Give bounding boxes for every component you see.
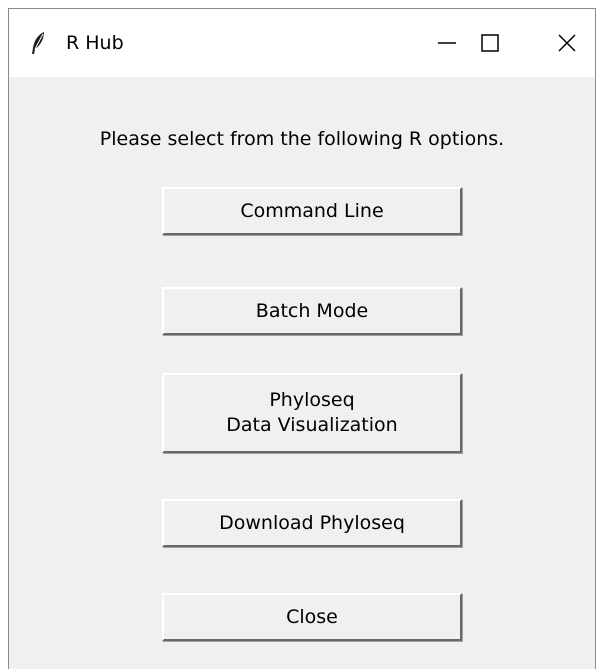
feather-icon: [29, 31, 47, 55]
command-line-label: Command Line: [240, 199, 384, 222]
prompt-label: Please select from the following R optio…: [99, 128, 505, 150]
close-button[interactable]: Close: [162, 593, 462, 641]
close-label: Close: [286, 605, 338, 628]
maximize-button[interactable]: [460, 9, 520, 77]
close-window-button[interactable]: [537, 9, 595, 77]
minimize-icon: [437, 33, 457, 53]
command-line-button[interactable]: Command Line: [162, 187, 462, 235]
app-window: R Hub Please select from the following R…: [8, 8, 596, 669]
maximize-icon: [480, 33, 500, 53]
phyloseq-label-line1: Phyloseq: [269, 389, 355, 411]
batch-mode-label: Batch Mode: [255, 299, 369, 322]
window-title: R Hub: [66, 32, 124, 54]
title-bar[interactable]: R Hub: [9, 9, 595, 77]
phyloseq-label-line2: Data Visualization: [226, 414, 398, 436]
batch-mode-button[interactable]: Batch Mode: [162, 287, 462, 335]
download-phyloseq-button[interactable]: Download Phyloseq: [162, 499, 462, 547]
download-phyloseq-label: Download Phyloseq: [219, 511, 405, 534]
phyloseq-visualization-button[interactable]: Phyloseq Data Visualization: [162, 373, 462, 453]
close-icon: [557, 33, 577, 53]
window-content: Please select from the following R optio…: [9, 77, 595, 669]
